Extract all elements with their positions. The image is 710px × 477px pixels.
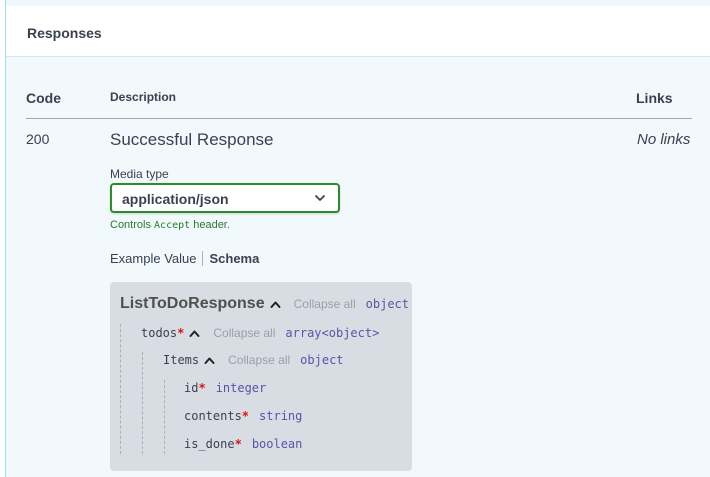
field-type-contents: string bbox=[259, 409, 303, 423]
tab-separator bbox=[202, 251, 204, 266]
field-row: is_done * boolean bbox=[184, 437, 302, 451]
required-mark: * bbox=[234, 437, 242, 451]
controls-suffix: header. bbox=[193, 219, 230, 231]
required-mark: * bbox=[198, 381, 206, 395]
column-header-description: Description bbox=[110, 90, 177, 104]
caret-up-icon[interactable] bbox=[204, 356, 215, 365]
tab-example-value[interactable]: Example Value bbox=[110, 251, 196, 266]
model-type: object bbox=[365, 297, 410, 311]
field-row: contents * string bbox=[184, 409, 302, 423]
tab-schema[interactable]: Schema bbox=[209, 251, 259, 266]
property-todos: todos * Collapse all array<object> bbox=[141, 326, 379, 340]
responses-title: Responses bbox=[27, 25, 102, 41]
caret-up-icon[interactable] bbox=[189, 329, 200, 338]
property-name-items: Items bbox=[163, 353, 200, 367]
collapse-all-model[interactable]: Collapse all bbox=[294, 297, 356, 311]
required-mark: * bbox=[177, 326, 185, 340]
controls-prefix: Controls bbox=[110, 219, 151, 231]
controls-accept-code: Accept bbox=[154, 220, 191, 231]
media-type-value: application/json bbox=[122, 191, 229, 207]
caret-up-icon[interactable] bbox=[270, 300, 281, 309]
chevron-down-icon bbox=[315, 195, 325, 201]
field-type-is-done: boolean bbox=[251, 437, 303, 451]
property-name-todos: todos bbox=[141, 326, 178, 340]
controls-accept-note: Controls Accept header. bbox=[110, 219, 230, 231]
model-name[interactable]: ListToDoResponse bbox=[120, 295, 265, 313]
response-links: No links bbox=[637, 131, 691, 148]
field-name-contents: contents bbox=[184, 409, 242, 423]
media-type-label: Media type bbox=[110, 167, 169, 181]
tree-guide-line bbox=[142, 352, 143, 454]
example-schema-tabs: Example Value Schema bbox=[110, 251, 259, 266]
column-header-code: Code bbox=[26, 90, 61, 106]
type-items: object bbox=[300, 353, 344, 367]
field-type-id: integer bbox=[215, 381, 267, 395]
tree-guide-line bbox=[120, 324, 121, 454]
property-items: Items Collapse all object bbox=[163, 353, 344, 367]
response-description: Successful Response bbox=[110, 130, 274, 149]
tree-guide-line bbox=[164, 380, 165, 454]
schema-model-box: ListToDoResponse Collapse all object tod… bbox=[110, 282, 412, 471]
required-mark: * bbox=[241, 409, 250, 423]
responses-header: Responses bbox=[6, 6, 710, 57]
field-row: id * integer bbox=[184, 381, 266, 395]
media-type-select[interactable]: application/json bbox=[110, 183, 340, 213]
response-code: 200 bbox=[26, 131, 50, 147]
column-header-links: Links bbox=[636, 90, 673, 106]
model-header: ListToDoResponse Collapse all object bbox=[120, 295, 409, 313]
type-todos: array<object> bbox=[285, 326, 380, 340]
field-name-is-done: is_done bbox=[184, 437, 235, 451]
collapse-all-todos[interactable]: Collapse all bbox=[213, 326, 275, 340]
field-name-id: id bbox=[184, 381, 199, 395]
collapse-all-items[interactable]: Collapse all bbox=[228, 353, 290, 367]
header-divider bbox=[26, 118, 692, 119]
